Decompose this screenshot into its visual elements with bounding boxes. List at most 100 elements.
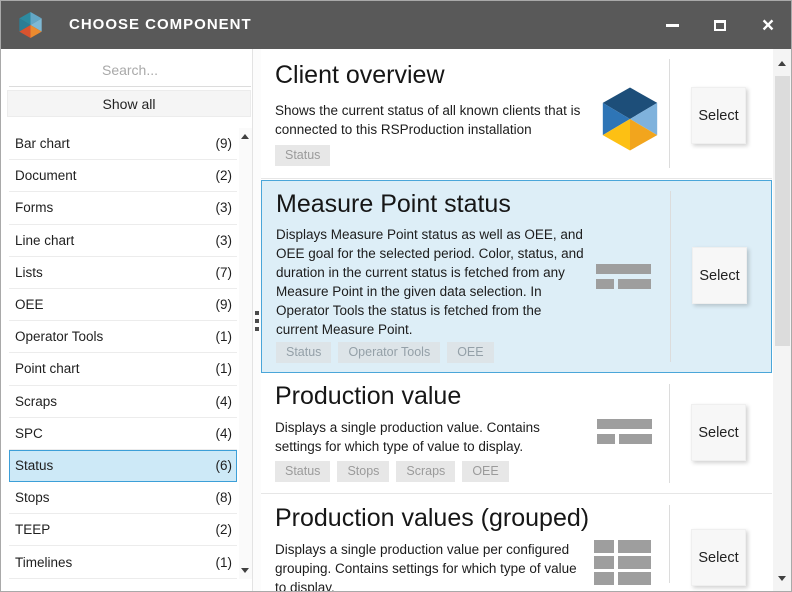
category-count: (6) [216, 458, 233, 473]
sidebar-item-timelines[interactable]: Timelines (1) [9, 546, 237, 578]
sidebar-item-status[interactable]: Status (6) [9, 450, 237, 482]
category-count: (4) [216, 394, 233, 409]
component-description: Shows the current status of all known cl… [275, 101, 583, 139]
component-description: Displays Measure Point status as well as… [276, 225, 584, 339]
sidebar-item-point-chart[interactable]: Point chart (1) [9, 353, 237, 385]
category-count: (4) [216, 426, 233, 441]
category-label: Lists [15, 265, 43, 280]
category-count: (1) [216, 555, 233, 570]
scroll-up-icon[interactable] [778, 61, 786, 66]
category-label: SPC [15, 426, 43, 441]
category-count: (3) [216, 233, 233, 248]
app-logo-icon [17, 11, 44, 39]
value-layout-icon [597, 419, 652, 445]
card-divider [670, 191, 671, 362]
tag-badge: Status [275, 461, 330, 482]
select-button[interactable]: Select [691, 529, 746, 586]
main-scrollbar[interactable] [773, 49, 792, 592]
category-label: Operator Tools [15, 329, 103, 344]
component-title: Client overview [275, 61, 445, 90]
tag-badge: Scraps [396, 461, 455, 482]
choose-component-dialog: CHOOSE COMPONENT × Show all Bar chart (9)… [0, 0, 792, 592]
status-layout-icon [596, 264, 651, 290]
scroll-up-icon[interactable] [241, 134, 249, 139]
card-divider [669, 384, 670, 483]
category-count: (2) [216, 522, 233, 537]
sidebar-item-oee[interactable]: OEE (9) [9, 289, 237, 321]
splitter-grip-icon [255, 327, 259, 331]
select-button[interactable]: Select [691, 87, 746, 144]
tag-badge: OEE [462, 461, 508, 482]
sidebar-item-lists[interactable]: Lists (7) [9, 257, 237, 289]
sidebar-item-scraps[interactable]: Scraps (4) [9, 386, 237, 418]
category-label: OEE [15, 297, 44, 312]
scrollbar-thumb[interactable] [775, 76, 790, 346]
sidebar-item-forms[interactable]: Forms (3) [9, 192, 237, 224]
component-description: Displays a single production value per c… [275, 540, 583, 592]
maximize-icon [714, 20, 726, 31]
search-input[interactable] [9, 53, 251, 87]
title-bar: CHOOSE COMPONENT × [1, 1, 791, 49]
scroll-down-icon[interactable] [778, 576, 786, 581]
select-button[interactable]: Select [692, 247, 747, 304]
component-title: Measure Point status [276, 190, 511, 219]
category-list: Bar chart (9) Document (2) Forms (3) Line c… [9, 128, 237, 579]
category-label: Stops [15, 490, 50, 505]
tag-badge: Operator Tools [338, 342, 440, 363]
category-count: (3) [216, 200, 233, 215]
category-label: Timelines [15, 555, 72, 570]
category-count: (8) [216, 490, 233, 505]
component-card-production-values-grouped[interactable]: Production values (grouped) Displays a s… [261, 495, 772, 592]
minimize-button[interactable] [655, 1, 689, 49]
show-all-button[interactable]: Show all [7, 90, 251, 117]
category-count: (9) [216, 136, 233, 151]
close-icon: × [762, 15, 774, 36]
cube-icon [599, 85, 661, 153]
splitter-grip-icon [255, 319, 259, 323]
tag-badge: OEE [447, 342, 493, 363]
sidebar-scrollbar[interactable] [239, 128, 252, 579]
scroll-down-icon[interactable] [241, 568, 249, 573]
sidebar-item-stops[interactable]: Stops (8) [9, 482, 237, 514]
card-divider [669, 505, 670, 583]
category-label: TEEP [15, 522, 50, 537]
category-count: (1) [216, 329, 233, 344]
category-label: Point chart [15, 361, 80, 376]
category-count: (2) [216, 168, 233, 183]
category-label: Status [15, 458, 53, 473]
maximize-button[interactable] [703, 1, 737, 49]
tag-badge: Status [276, 342, 331, 363]
category-count: (7) [216, 265, 233, 280]
component-card-measure-point-status[interactable]: Measure Point status Displays Measure Po… [261, 180, 772, 373]
category-sidebar: Show all Bar chart (9) Document (2) Forms (… [1, 49, 253, 592]
category-label: Bar chart [15, 136, 70, 151]
window-title: CHOOSE COMPONENT [69, 1, 252, 49]
sidebar-item-bar-chart[interactable]: Bar chart (9) [9, 128, 237, 160]
minimize-icon [666, 24, 679, 27]
category-label: Document [15, 168, 77, 183]
splitter-grip-icon [255, 311, 259, 315]
category-label: Scraps [15, 394, 57, 409]
component-card-production-value[interactable]: Production value Displays a single produ… [261, 374, 772, 494]
component-title: Production values (grouped) [275, 504, 589, 533]
category-label: Line chart [15, 233, 74, 248]
sidebar-item-operator-tools[interactable]: Operator Tools (1) [9, 321, 237, 353]
component-list-panel: Client overview Shows the current status… [261, 49, 792, 592]
select-button[interactable]: Select [691, 404, 746, 461]
category-label: Forms [15, 200, 53, 215]
component-title: Production value [275, 382, 461, 411]
sidebar-item-line-chart[interactable]: Line chart (3) [9, 225, 237, 257]
sidebar-item-spc[interactable]: SPC (4) [9, 418, 237, 450]
tag-badge: Stops [337, 461, 389, 482]
category-count: (1) [216, 361, 233, 376]
component-description: Displays a single production value. Cont… [275, 418, 583, 456]
component-card-client-overview[interactable]: Client overview Shows the current status… [261, 49, 772, 179]
card-divider [669, 59, 670, 168]
tag-badge: Status [275, 145, 330, 166]
category-count: (9) [216, 297, 233, 312]
sidebar-item-document[interactable]: Document (2) [9, 160, 237, 192]
grouped-layout-icon [594, 540, 651, 587]
close-button[interactable]: × [751, 1, 785, 49]
sidebar-item-teep[interactable]: TEEP (2) [9, 514, 237, 546]
panel-splitter[interactable] [253, 49, 261, 592]
